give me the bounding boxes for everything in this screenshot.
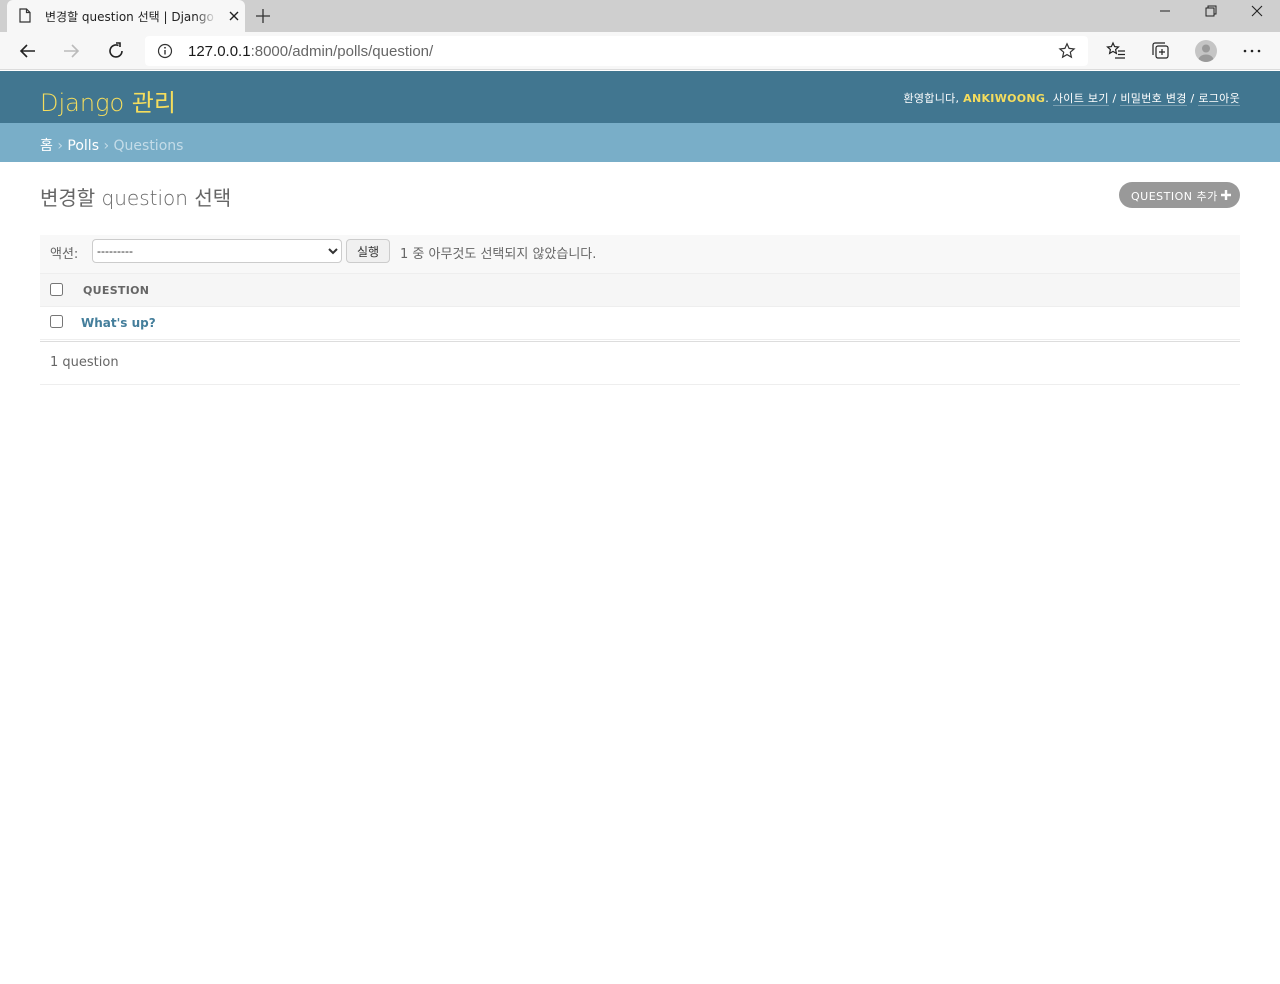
breadcrumb-home[interactable]: 홈 <box>40 138 53 154</box>
row-checkbox[interactable] <box>50 315 63 328</box>
url-path: :8000/admin/polls/question/ <box>250 43 434 60</box>
browser-tab[interactable]: 변경할 question 선택 | Django 사이트 관리 <box>7 0 245 32</box>
breadcrumb-sep: › <box>57 138 63 154</box>
site-info-icon[interactable] <box>157 43 173 59</box>
favorite-star-icon[interactable] <box>1058 42 1076 60</box>
new-tab-icon[interactable] <box>254 7 272 25</box>
breadcrumb-sep: › <box>103 138 110 154</box>
table-row: What's up? <box>40 307 1240 340</box>
go-button[interactable]: 실행 <box>346 239 390 263</box>
profile-avatar[interactable] <box>1195 40 1217 62</box>
welcome-period: . <box>1045 92 1050 105</box>
browser-tabstrip: 변경할 question 선택 | Django 사이트 관리 <box>0 0 1280 32</box>
paginator: 1 question <box>40 341 1240 385</box>
username: ANKIWOONG <box>963 92 1046 105</box>
add-question-label: QUESTION 추가 <box>1131 190 1218 203</box>
close-window-icon[interactable] <box>1234 0 1280 30</box>
user-tools-sep: / <box>1108 92 1121 105</box>
favorites-icon[interactable] <box>1105 40 1127 62</box>
question-link[interactable]: What's up? <box>81 316 156 330</box>
action-label: 액션: <box>50 247 79 262</box>
select-all-checkbox[interactable] <box>50 283 63 296</box>
logout-link[interactable]: 로그아웃 <box>1198 92 1240 106</box>
admin-header: Django 관리 환영합니다, ANKIWOONG. 사이트 보기 / 비밀번… <box>0 71 1280 123</box>
user-tools-sep: / <box>1186 92 1199 105</box>
close-tab-icon[interactable] <box>227 9 241 23</box>
forward-icon[interactable] <box>60 40 82 62</box>
url-text[interactable]: 127.0.0.1:8000/admin/polls/question/ <box>188 43 433 60</box>
actions-bar: 액션: --------- 실행 1 중 아무것도 선택되지 않았습니다. <box>40 235 1240 273</box>
restore-icon[interactable] <box>1188 0 1234 30</box>
url-host: 127.0.0.1 <box>188 43 251 60</box>
view-site-link[interactable]: 사이트 보기 <box>1052 92 1109 106</box>
back-icon[interactable] <box>17 40 39 62</box>
breadcrumb-current: Questions <box>113 138 184 154</box>
profile-icon <box>1198 44 1214 62</box>
breadcrumb: 홈 › Polls › Questions <box>0 123 1280 162</box>
column-header-question[interactable]: QUESTION <box>83 284 149 297</box>
browser-toolbar: 127.0.0.1:8000/admin/polls/question/ <box>0 32 1280 70</box>
plus-icon <box>1221 190 1231 200</box>
page-icon <box>19 8 31 23</box>
tab-title-fade <box>195 6 217 26</box>
add-question-button[interactable]: QUESTION 추가 <box>1119 182 1240 208</box>
tab-title: 변경할 question 선택 | Django 사이트 관리 <box>45 10 215 24</box>
collections-icon[interactable] <box>1150 40 1172 62</box>
breadcrumb-polls[interactable]: Polls <box>67 138 99 154</box>
more-menu-icon[interactable] <box>1241 40 1263 62</box>
refresh-icon[interactable] <box>105 40 127 62</box>
welcome-text: 환영합니다, <box>903 92 960 105</box>
minimize-icon[interactable] <box>1142 0 1188 30</box>
table-header: QUESTION <box>40 273 1240 307</box>
page-title: 변경할 question 선택 <box>40 186 232 210</box>
action-select[interactable]: --------- <box>92 239 342 263</box>
change-password-link[interactable]: 비밀번호 변경 <box>1120 92 1187 106</box>
address-bar[interactable]: 127.0.0.1:8000/admin/polls/question/ <box>145 36 1088 66</box>
site-branding[interactable]: Django 관리 <box>40 83 176 118</box>
user-tools: 환영합니다, ANKIWOONG. 사이트 보기 / 비밀번호 변경 / 로그아… <box>903 90 1240 106</box>
result-list: QUESTION What's up? <box>40 273 1240 340</box>
action-counter: 1 중 아무것도 선택되지 않았습니다. <box>400 247 597 262</box>
